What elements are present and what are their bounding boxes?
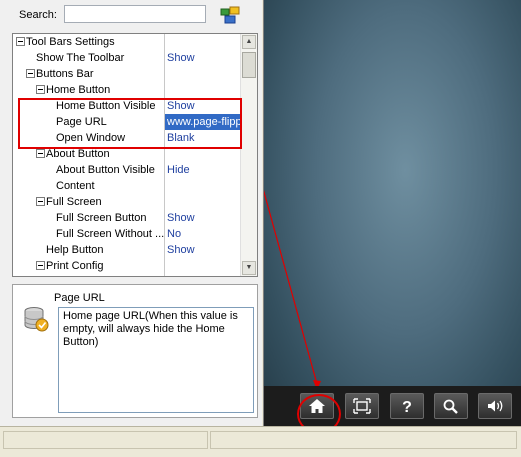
tree-row-name: Full Screen: [13, 194, 186, 210]
preview-canvas: ?: [263, 0, 521, 426]
svg-text:?: ?: [402, 399, 412, 416]
tree-row[interactable]: Help Button Show: [13, 242, 242, 258]
tree-row-label: Home Button: [46, 84, 111, 96]
fullscreen-icon: [353, 398, 371, 414]
zoom-button[interactable]: [434, 393, 468, 419]
tree-row-value[interactable]: [165, 34, 242, 50]
tree-row-value[interactable]: [165, 258, 242, 274]
tree-row-name: Print Config: [13, 258, 186, 274]
tree-scrollbar[interactable]: ▲ ▼: [240, 34, 257, 276]
fullscreen-button[interactable]: [345, 393, 379, 419]
tree-row-label: Print Config: [46, 260, 104, 272]
tree-row-value[interactable]: No: [165, 226, 242, 242]
tree-row[interactable]: Show The Toolbar Show: [13, 50, 242, 66]
collapse-icon[interactable]: [16, 36, 25, 46]
tree-row-label: Full Screen Button: [56, 212, 147, 224]
settings-panel: Search: Tool Bars Settings Show The Toolb…: [0, 0, 262, 426]
collapse-icon[interactable]: [26, 68, 35, 78]
tree-row-label: Full Screen Without ...: [56, 228, 165, 240]
status-cell-2: [210, 431, 517, 449]
sound-button[interactable]: [478, 393, 512, 419]
highlight-box: [18, 98, 242, 149]
speaker-icon: [488, 400, 503, 412]
tree-row-label: Full Screen: [46, 196, 102, 208]
collapse-icon[interactable]: [36, 260, 45, 270]
collapse-icon[interactable]: [36, 196, 45, 206]
scroll-down-icon[interactable]: ▼: [242, 261, 256, 275]
tree-row-name: Show The Toolbar: [13, 50, 186, 66]
status-bar: [0, 426, 521, 457]
tree-row[interactable]: Content: [13, 178, 242, 194]
tree-row-label: About Button Visible: [56, 164, 155, 176]
tree-row-value[interactable]: Show: [165, 242, 242, 258]
help-button[interactable]: ?: [390, 393, 424, 419]
search-input[interactable]: [64, 5, 206, 23]
tree-row[interactable]: Full Screen Button Show: [13, 210, 242, 226]
description-panel: Page URL Home page URL(When this value i…: [12, 284, 258, 418]
scroll-thumb[interactable]: [242, 52, 256, 78]
tree-row-value[interactable]: Hide: [165, 162, 242, 178]
collapse-icon[interactable]: [36, 148, 45, 158]
tree-row[interactable]: Print Config: [13, 258, 242, 274]
tree-row-label: Content: [56, 180, 95, 192]
tree-row[interactable]: Full Screen: [13, 194, 242, 210]
tree-row-value[interactable]: [165, 178, 242, 194]
tree-row-label: Show The Toolbar: [36, 52, 125, 64]
tree-row-value[interactable]: Show: [165, 50, 242, 66]
search-filter-icon[interactable]: [219, 5, 241, 25]
tree-row[interactable]: Home Button: [13, 82, 242, 98]
tree-row-name: Buttons Bar: [13, 66, 176, 82]
search-label: Search:: [19, 9, 57, 21]
database-check-icon: [23, 305, 49, 333]
tree-row-label: About Button: [46, 148, 110, 160]
search-row: Search:: [0, 0, 262, 32]
collapse-icon[interactable]: [36, 84, 45, 94]
tree-row-name: Home Button: [13, 82, 186, 98]
tree-row-value[interactable]: [165, 194, 242, 210]
tree-row-value[interactable]: [165, 66, 242, 82]
description-text: Home page URL(When this value is empty, …: [58, 307, 254, 413]
description-title: Page URL: [54, 292, 105, 304]
tree-row[interactable]: Buttons Bar: [13, 66, 242, 82]
magnifier-icon: [443, 399, 458, 414]
property-tree: Tool Bars Settings Show The Toolbar Show Bu…: [12, 33, 258, 277]
annotation-arrow: [264, 189, 321, 390]
tree-row[interactable]: About Button Visible Hide: [13, 162, 242, 178]
tree-row-name: Tool Bars Settings: [13, 34, 166, 50]
tree-row-label: Help Button: [46, 244, 104, 256]
tree-row-value[interactable]: Show: [165, 210, 242, 226]
question-icon: ?: [402, 399, 412, 416]
tree-row-label: Buttons Bar: [36, 68, 94, 80]
status-cell-1: [3, 431, 208, 449]
scroll-up-icon[interactable]: ▲: [242, 35, 256, 49]
column-divider[interactable]: [164, 34, 165, 276]
tree-row[interactable]: Tool Bars Settings: [13, 34, 242, 50]
tree-row-value[interactable]: [165, 82, 242, 98]
tree-row-label: Tool Bars Settings: [26, 36, 115, 48]
tree-row[interactable]: Full Screen Without ... No: [13, 226, 242, 242]
